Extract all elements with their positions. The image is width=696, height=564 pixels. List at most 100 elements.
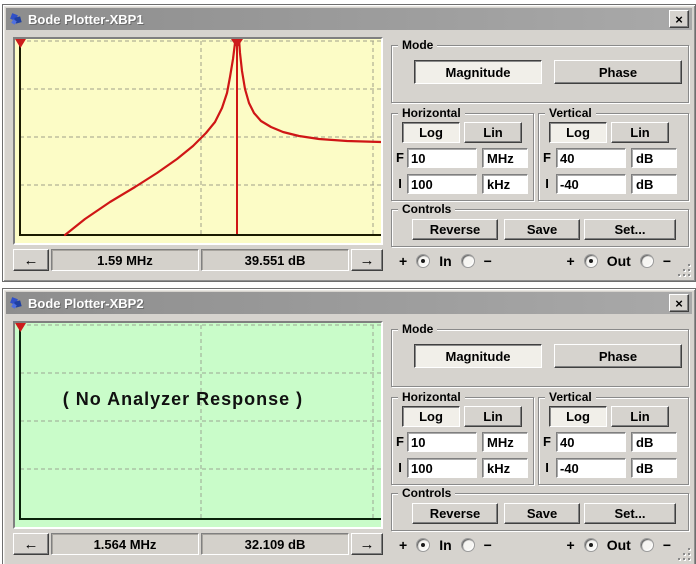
bode-plot-display[interactable] — [13, 37, 383, 245]
vertical-lin-button[interactable]: Lin — [611, 406, 669, 427]
phase-button[interactable]: Phase — [554, 344, 682, 368]
mode-group-label: Mode — [398, 38, 437, 52]
close-icon[interactable]: × — [669, 294, 689, 312]
out-terminal-group: + Out − — [567, 253, 671, 269]
phase-button[interactable]: Phase — [554, 60, 682, 84]
vertical-i-label: I — [541, 176, 553, 191]
vertical-i-unit: dB — [631, 458, 677, 478]
set-button[interactable]: Set... — [584, 503, 676, 524]
cursor-marker-left — [15, 323, 26, 332]
cursor-left-button[interactable]: ← — [13, 249, 49, 271]
controls-group: Controls Reverse Save Set... — [391, 493, 689, 531]
in-plus-radio[interactable] — [416, 254, 430, 268]
horizontal-f-label: F — [394, 434, 406, 449]
in-terminal-group: + In − — [399, 537, 492, 553]
controls-group-label: Controls — [398, 202, 455, 216]
horizontal-lin-button[interactable]: Lin — [464, 122, 522, 143]
bode-magnitude-curve — [15, 39, 381, 243]
right-arrow-icon: → — [360, 536, 375, 553]
horizontal-f-label: F — [394, 150, 406, 165]
horizontal-log-button[interactable]: Log — [402, 406, 460, 427]
bode-plotter-icon — [9, 296, 24, 311]
vertical-f-input[interactable] — [556, 148, 626, 168]
in-minus-radio[interactable] — [461, 254, 475, 268]
frequency-readout: 1.564 MHz — [51, 533, 199, 555]
in-minus-radio[interactable] — [461, 538, 475, 552]
vertical-f-label: F — [541, 434, 553, 449]
horizontal-i-unit: kHz — [482, 458, 528, 478]
gain-readout: 32.109 dB — [201, 533, 349, 555]
window-title: Bode Plotter-XBP2 — [28, 296, 669, 311]
in-plus-label: + — [399, 537, 407, 553]
screen: Bode Plotter-XBP1 × — [0, 0, 696, 564]
save-button[interactable]: Save — [504, 219, 580, 240]
resize-grip[interactable] — [678, 264, 690, 276]
vertical-group: Vertical Log Lin F dB I dB — [538, 397, 689, 485]
set-button[interactable]: Set... — [584, 219, 676, 240]
horizontal-group-label: Horizontal — [398, 390, 465, 404]
controls-group: Controls Reverse Save Set... — [391, 209, 689, 247]
horizontal-i-input[interactable] — [407, 174, 477, 194]
vertical-lin-button[interactable]: Lin — [611, 122, 669, 143]
in-plus-radio[interactable] — [416, 538, 430, 552]
frequency-readout: 1.59 MHz — [51, 249, 199, 271]
window-title: Bode Plotter-XBP1 — [28, 12, 669, 27]
cursor-left-button[interactable]: ← — [13, 533, 49, 555]
close-icon[interactable]: × — [669, 10, 689, 28]
out-minus-label: − — [663, 537, 671, 553]
horizontal-f-input[interactable] — [407, 432, 477, 452]
horizontal-f-unit: MHz — [482, 148, 528, 168]
left-arrow-icon: ← — [24, 536, 39, 553]
reverse-button[interactable]: Reverse — [412, 219, 498, 240]
cursor-right-button[interactable]: → — [351, 249, 383, 271]
horizontal-f-input[interactable] — [407, 148, 477, 168]
out-plus-radio[interactable] — [584, 254, 598, 268]
save-button[interactable]: Save — [504, 503, 580, 524]
out-label: Out — [607, 253, 631, 269]
plot-message: ( No Analyzer Response ) — [15, 389, 351, 410]
horizontal-i-unit: kHz — [482, 174, 528, 194]
vertical-f-unit: dB — [631, 432, 677, 452]
out-terminal-group: + Out − — [567, 537, 671, 553]
vertical-i-input[interactable] — [556, 458, 626, 478]
in-plus-label: + — [399, 253, 407, 269]
gain-readout: 39.551 dB — [201, 249, 349, 271]
vertical-f-input[interactable] — [556, 432, 626, 452]
vertical-log-button[interactable]: Log — [549, 406, 607, 427]
horizontal-i-input[interactable] — [407, 458, 477, 478]
left-arrow-icon: ← — [24, 252, 39, 269]
horizontal-group-label: Horizontal — [398, 106, 465, 120]
magnitude-button[interactable]: Magnitude — [414, 60, 542, 84]
in-minus-label: − — [484, 537, 492, 553]
cursor-marker-left — [15, 39, 26, 48]
vertical-i-unit: dB — [631, 174, 677, 194]
cursor-right-button[interactable]: → — [351, 533, 383, 555]
resize-grip[interactable] — [678, 548, 690, 560]
horizontal-i-label: I — [394, 460, 406, 475]
io-terminals: + In − + Out − — [399, 252, 671, 270]
titlebar[interactable]: Bode Plotter-XBP2 × — [6, 292, 692, 314]
bode-plot-display[interactable]: ( No Analyzer Response ) — [13, 321, 383, 529]
bode-plotter-window-xbp2: Bode Plotter-XBP2 × ( No Analyzer Respon… — [2, 288, 696, 564]
out-plus-radio[interactable] — [584, 538, 598, 552]
vertical-i-input[interactable] — [556, 174, 626, 194]
magnitude-button[interactable]: Magnitude — [414, 344, 542, 368]
vertical-log-button[interactable]: Log — [549, 122, 607, 143]
io-terminals: + In − + Out − — [399, 536, 671, 554]
in-minus-label: − — [484, 253, 492, 269]
horizontal-group: Horizontal Log Lin F MHz I kHz — [391, 397, 534, 485]
out-minus-radio[interactable] — [640, 538, 654, 552]
vertical-group-label: Vertical — [545, 106, 596, 120]
reverse-button[interactable]: Reverse — [412, 503, 498, 524]
titlebar[interactable]: Bode Plotter-XBP1 × — [6, 8, 692, 30]
out-minus-label: − — [663, 253, 671, 269]
horizontal-log-button[interactable]: Log — [402, 122, 460, 143]
horizontal-group: Horizontal Log Lin F MHz I kHz — [391, 113, 534, 201]
vertical-group-label: Vertical — [545, 390, 596, 404]
cursor-marker-peak — [231, 39, 243, 48]
out-minus-radio[interactable] — [640, 254, 654, 268]
out-plus-label: + — [567, 253, 575, 269]
horizontal-lin-button[interactable]: Lin — [464, 406, 522, 427]
horizontal-i-label: I — [394, 176, 406, 191]
out-label: Out — [607, 537, 631, 553]
